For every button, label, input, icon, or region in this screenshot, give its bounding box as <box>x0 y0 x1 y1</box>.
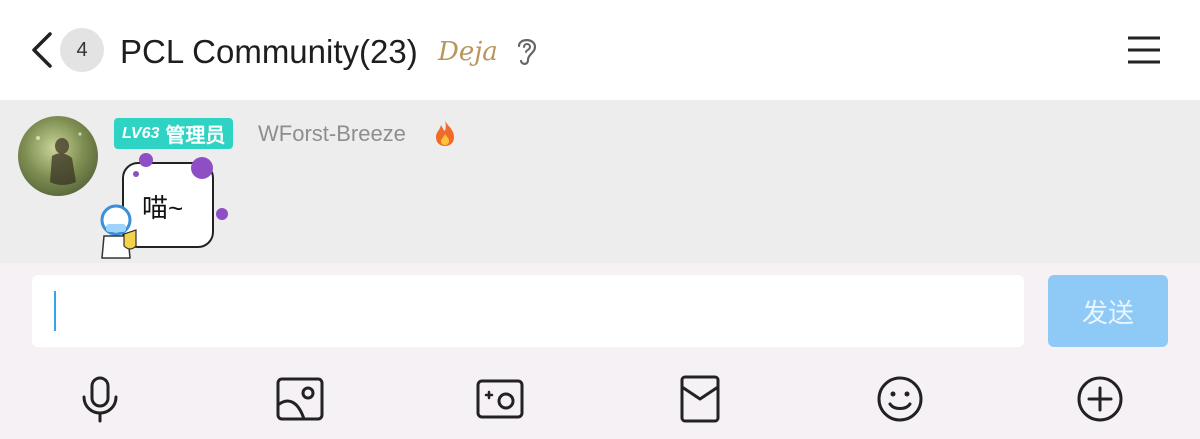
virus-doctor-icon <box>100 153 228 259</box>
back-icon[interactable] <box>28 30 58 70</box>
chat-title: PCL Community(23) <box>120 33 418 70</box>
message-input[interactable] <box>32 275 1024 347</box>
emoji-icon[interactable] <box>874 373 926 425</box>
avatar-figure-icon <box>36 132 82 185</box>
ear-icon[interactable] <box>513 34 541 68</box>
sender-name[interactable]: WForst-Breeze <box>258 118 406 149</box>
send-button[interactable]: 发送 <box>1048 275 1168 347</box>
deja-logo: Deja <box>438 37 498 67</box>
plus-icon[interactable] <box>1074 373 1126 425</box>
level-label: LV63 <box>122 124 160 142</box>
sticker-message[interactable]: 喵~ <box>96 150 236 263</box>
message-list: LV63 管理员 WForst-Breeze 喵~ <box>0 100 1200 263</box>
image-icon[interactable] <box>274 373 326 425</box>
role-label: 管理员 <box>165 125 226 147</box>
microphone-icon[interactable] <box>74 373 126 425</box>
composer: 发送 <box>0 263 1200 439</box>
unread-count-badge[interactable]: 4 <box>60 28 104 72</box>
fire-icon <box>436 120 454 146</box>
avatar[interactable] <box>18 116 98 196</box>
red-envelope-icon[interactable] <box>674 373 726 425</box>
level-badge: LV63 管理员 <box>114 118 234 149</box>
chat-window: 4 PCL Community(23) Deja LV63 管理员 WForst… <box>0 0 1200 439</box>
text-caret <box>54 291 56 331</box>
menu-icon[interactable] <box>1126 34 1162 66</box>
chat-header: 4 PCL Community(23) Deja <box>0 0 1200 100</box>
camera-icon[interactable] <box>474 373 526 425</box>
